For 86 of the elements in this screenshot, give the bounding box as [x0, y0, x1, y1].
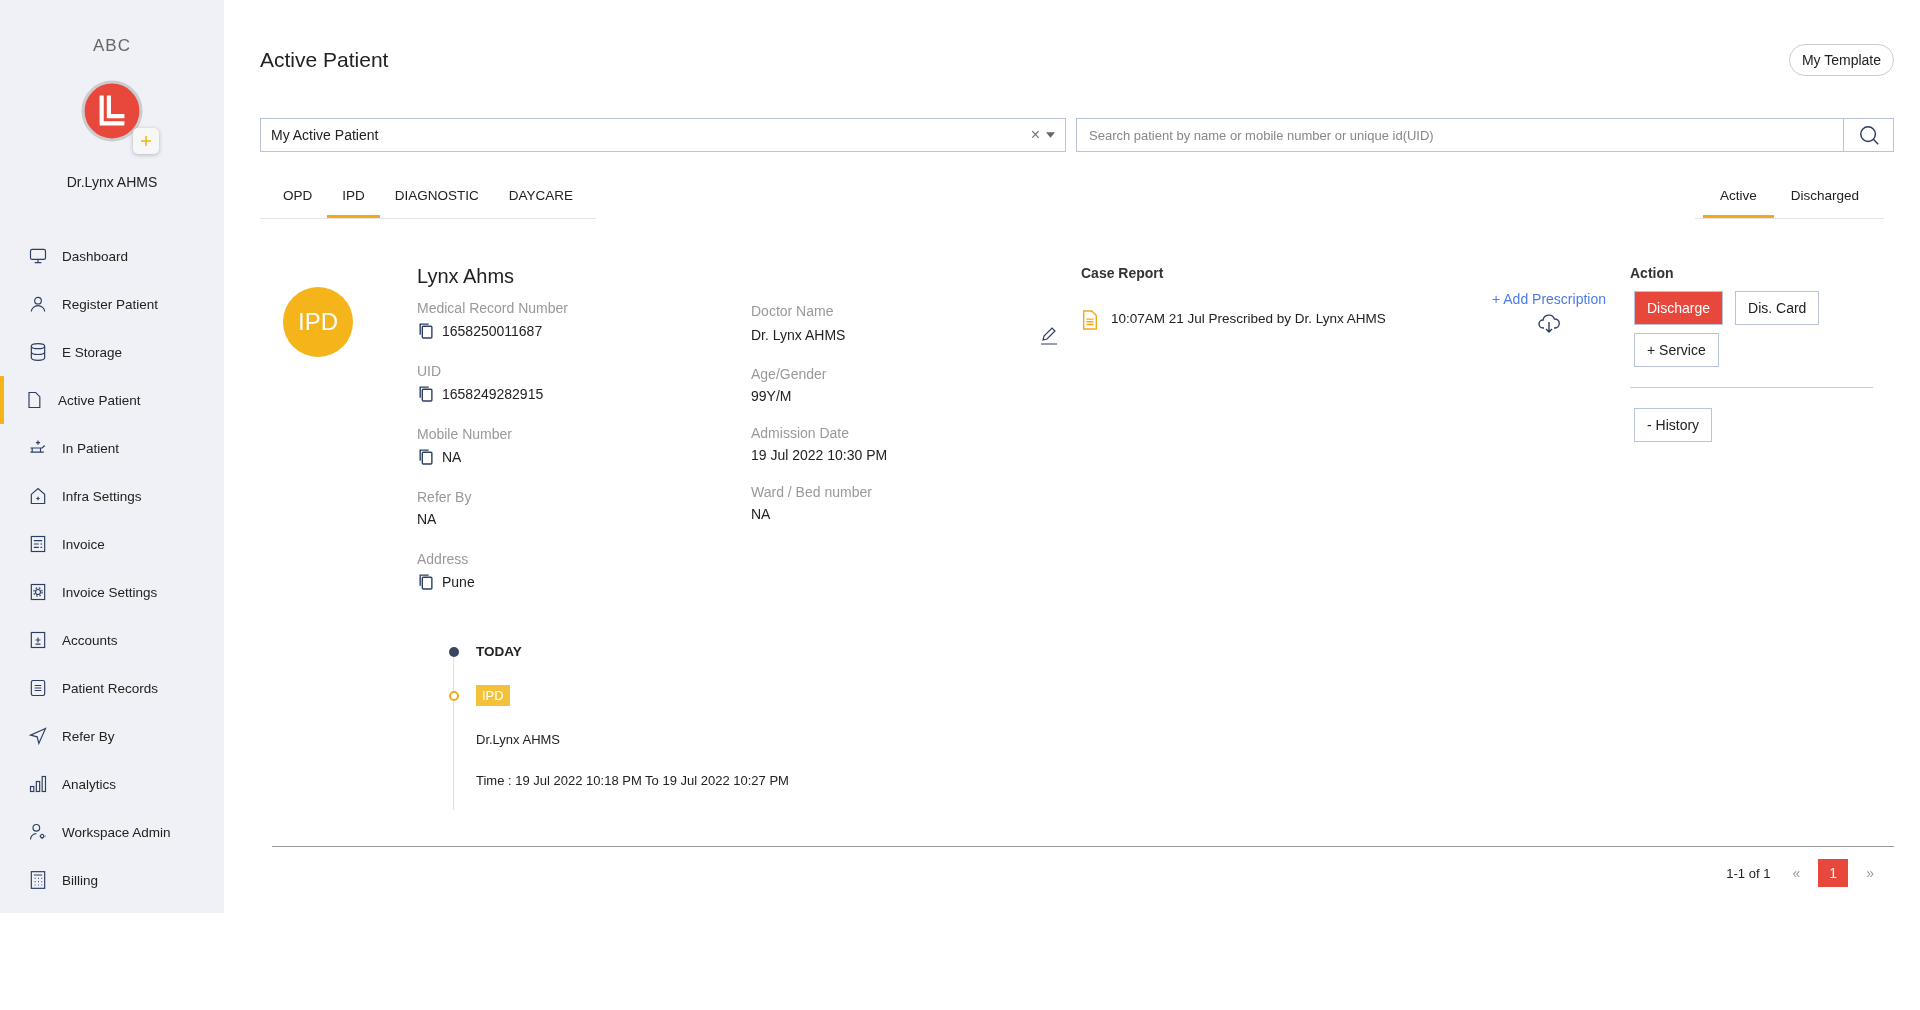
edit-icon[interactable] — [1039, 325, 1059, 345]
field-label: Medical Record Number — [417, 300, 569, 316]
page-range: 1-1 of 1 — [1726, 865, 1771, 881]
tab[interactable]: Discharged — [1773, 178, 1876, 218]
field-value: Pune — [442, 573, 475, 590]
timeline-heading: TODAY — [476, 644, 522, 659]
copy-icon[interactable] — [417, 448, 434, 465]
page-title: Active Patient — [260, 48, 389, 72]
list-icon — [28, 678, 48, 698]
tab[interactable]: Active — [1702, 178, 1774, 218]
field-label: UID — [417, 363, 443, 379]
field-label: Doctor Name — [751, 303, 835, 319]
field-value: NA — [442, 448, 462, 465]
person-icon — [28, 294, 48, 314]
field-label: Mobile Number — [417, 426, 513, 442]
nav-item[interactable]: In Patient — [0, 424, 224, 472]
timeline-time: Time : 19 Jul 2022 10:18 PM To 19 Jul 2022 10:27 PM — [476, 773, 790, 788]
database-icon — [28, 342, 48, 362]
field-label: Refer By — [417, 489, 473, 505]
nav-item[interactable]: Accounts — [0, 616, 224, 664]
ipd-tag: IPD — [476, 685, 510, 706]
field-value: 99Y/M — [751, 388, 792, 404]
field-label: Admission Date — [751, 425, 851, 441]
nav-item[interactable]: Refer By — [0, 712, 224, 760]
clear-button[interactable]: × — [1030, 126, 1040, 144]
add-prescription-link[interactable]: + Add Prescription — [1492, 291, 1606, 307]
action-title: Action — [1630, 265, 1675, 281]
my-template-button[interactable]: My Template — [1788, 44, 1894, 76]
field-value: 1658250011687 — [442, 322, 543, 339]
nav-item[interactable]: Billing — [0, 856, 224, 904]
ipd-avatar: IPD — [283, 287, 353, 357]
field-value: NA — [417, 511, 437, 527]
search-icon — [1857, 124, 1880, 146]
org-name: ABC — [93, 36, 131, 56]
field-value: 19 Jul 2022 10:30 PM — [751, 447, 888, 463]
user-gear-icon — [28, 822, 48, 842]
discharge-button[interactable]: Discharge — [1634, 291, 1724, 325]
monitor-icon — [28, 246, 48, 266]
patient-filter-dropdown[interactable]: My Active Patient × — [260, 118, 1066, 152]
user-name: Dr.Lynx AHMS — [66, 174, 158, 190]
search-field[interactable]: Search patient by name or mobile number or unique id(UID) — [1076, 118, 1844, 152]
nav-item[interactable]: Invoice — [0, 520, 224, 568]
ledger-icon — [28, 630, 48, 650]
page-button[interactable]: 1 — [1818, 859, 1849, 887]
tab[interactable]: DAYCARE — [493, 178, 589, 218]
nav-item[interactable]: Patient Records — [0, 664, 224, 712]
gear-icon — [28, 582, 48, 602]
plus-icon — [140, 135, 152, 147]
send-icon — [28, 726, 48, 746]
history-button[interactable]: - History — [1634, 408, 1713, 442]
case-report-entry[interactable]: 10:07AM 21 Jul Prescribed by Dr. Lynx AHMS — [1111, 311, 1480, 326]
nav-item[interactable]: Workspace Admin — [0, 808, 224, 856]
timeline-doctor: Dr.Lynx AHMS — [476, 732, 562, 747]
field-label: Ward / Bed number — [751, 484, 873, 500]
logo-icon — [81, 80, 143, 142]
copy-icon[interactable] — [417, 385, 434, 402]
nav-item[interactable]: Infra Settings — [0, 472, 224, 520]
tab[interactable]: DIAGNOSTIC — [379, 178, 494, 218]
case-report-title: Case Report — [1081, 265, 1165, 281]
nav-item[interactable]: Active Patient — [0, 376, 224, 424]
cloud-download-icon[interactable] — [1537, 311, 1561, 335]
patient-name: Lynx Ahms — [417, 265, 516, 288]
calculator-icon — [28, 870, 48, 890]
tab[interactable]: OPD — [268, 178, 328, 218]
bar-chart-icon — [28, 774, 48, 794]
house-icon — [28, 486, 48, 506]
tab[interactable]: IPD — [327, 178, 380, 218]
nav-item[interactable]: Register Patient — [0, 280, 224, 328]
action-button[interactable]: Dis. Card — [1735, 291, 1820, 325]
copy-icon[interactable] — [417, 573, 434, 590]
nav-item[interactable]: Dashboard — [0, 232, 224, 280]
field-value: 1658249282915 — [442, 385, 544, 402]
invoice-icon — [28, 534, 48, 554]
field-value: Dr. Lynx AHMS — [751, 327, 846, 343]
copy-icon[interactable] — [417, 322, 434, 339]
field-value: NA — [751, 506, 771, 522]
nav-item[interactable]: Analytics — [0, 760, 224, 808]
field-label: Address — [417, 551, 470, 567]
action-button[interactable]: + Service — [1634, 333, 1719, 367]
caret-icon — [1046, 132, 1055, 138]
nav-item[interactable]: Invoice Settings — [0, 568, 224, 616]
timeline-dot — [449, 690, 459, 701]
nav-item[interactable]: E Storage — [0, 328, 224, 376]
timeline-dot — [449, 646, 459, 657]
search-button[interactable] — [1844, 118, 1894, 152]
field-label: Age/Gender — [751, 366, 828, 382]
